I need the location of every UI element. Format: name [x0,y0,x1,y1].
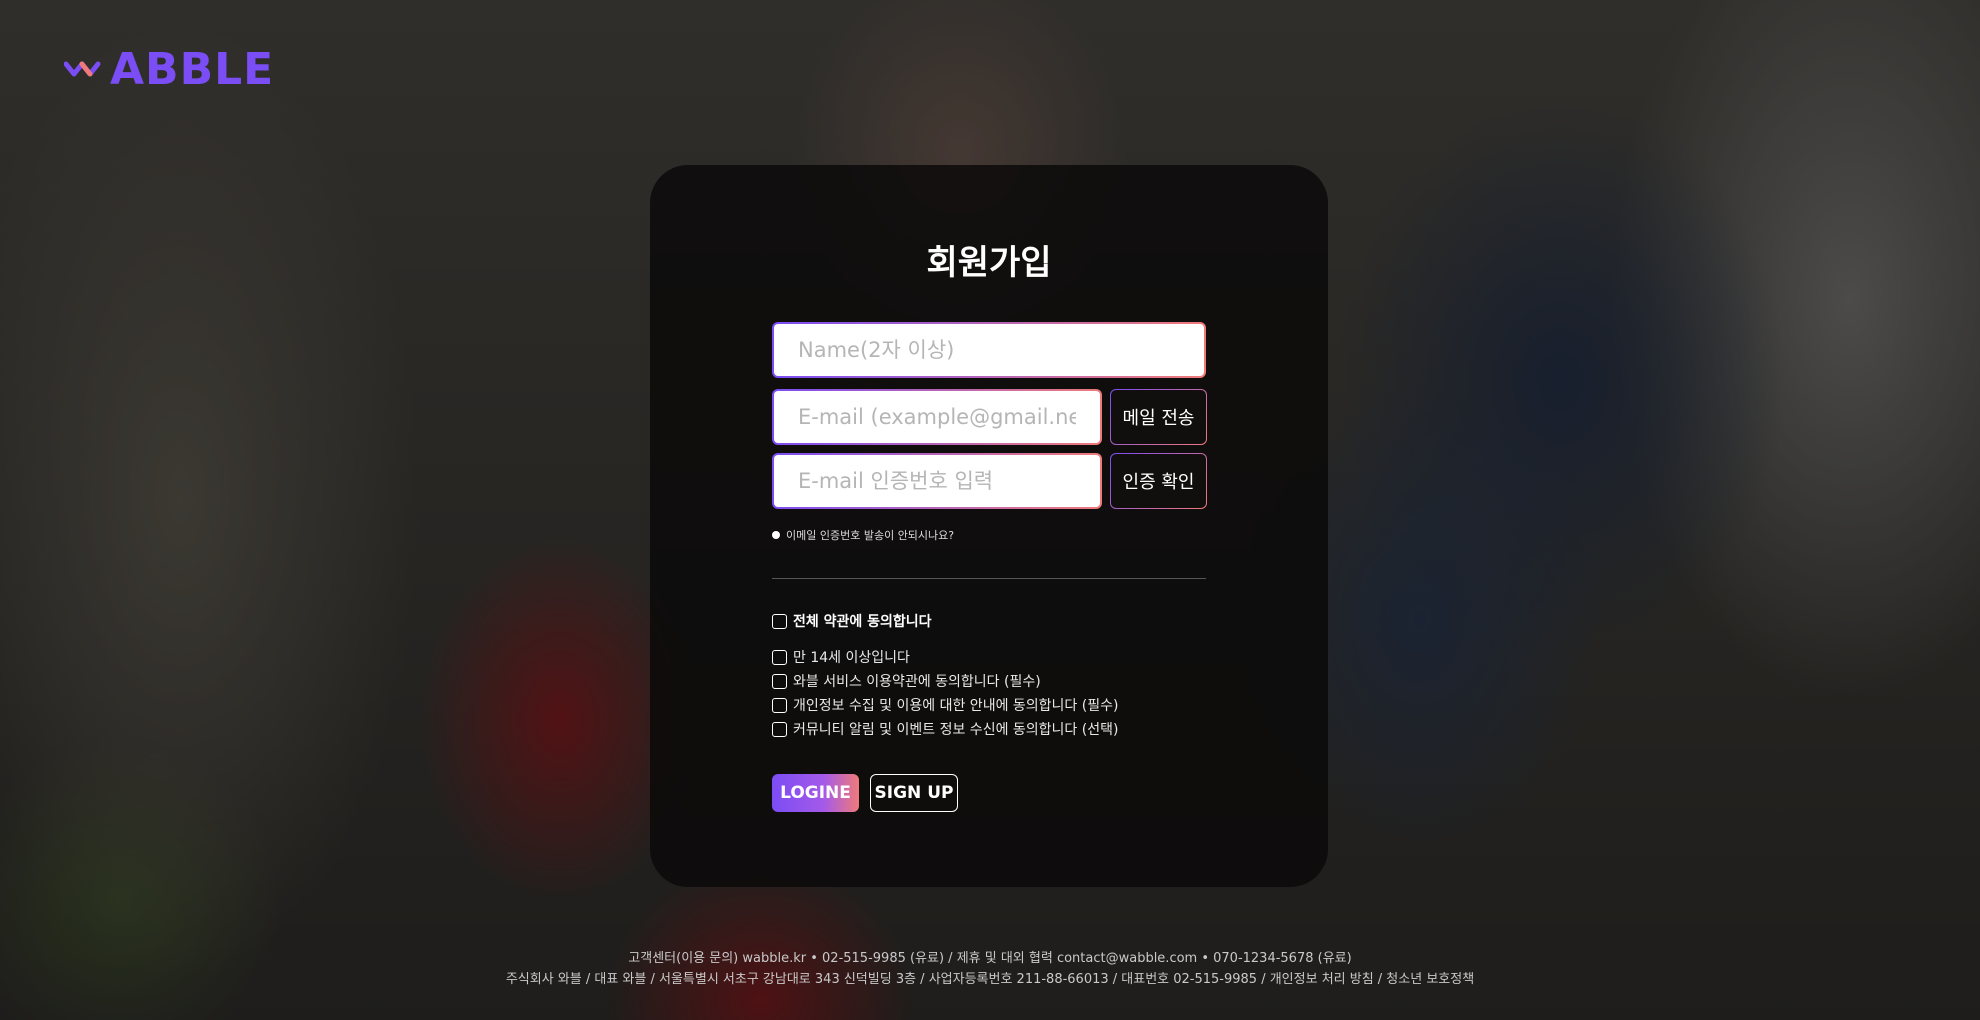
signup-button[interactable]: SIGN UP [870,774,958,812]
name-input[interactable] [774,324,1204,376]
terms-checkbox-age[interactable]: 만 14세 이상입니다 [772,647,910,667]
logo[interactable]: ABBLE [64,44,274,95]
checkbox-icon [772,721,787,737]
terms-label: 와블 서비스 이용약관에 동의합니다 (필수) [793,674,1041,690]
agree-all-checkbox[interactable]: 전체 약관에 동의합니다 [772,611,932,631]
name-field [772,322,1206,378]
terms-label: 만 14세 이상입니다 [793,650,910,666]
footer: 고객센터(이용 문의) wabble.kr • 02-515-9985 (유료)… [0,948,1980,990]
checkbox-icon [772,673,787,689]
wave-logo-icon [64,56,108,84]
email-help-text: 이메일 인증번호 발송이 안되시나요? [786,529,955,542]
checkbox-icon [772,697,787,713]
verification-code-field [772,453,1102,509]
terms-label: 개인정보 수집 및 이용에 대한 안내에 동의합니다 (필수) [793,698,1119,714]
terms-checkbox-privacy[interactable]: 개인정보 수집 및 이용에 대한 안내에 동의합니다 (필수) [772,695,1118,715]
email-field [772,389,1102,445]
login-button[interactable]: LOGINE [772,774,859,812]
agree-all-label: 전체 약관에 동의합니다 [793,614,932,630]
email-input[interactable] [774,391,1100,443]
email-help-link[interactable]: 이메일 인증번호 발송이 안되시나요? [772,527,954,543]
send-mail-button[interactable]: 메일 전송 [1110,389,1207,445]
verify-code-button[interactable]: 인증 확인 [1110,453,1207,509]
terms-label: 커뮤니티 알림 및 이벤트 정보 수신에 동의합니다 (선택) [793,722,1119,738]
checkbox-icon [772,613,787,629]
bullet-icon [772,531,780,539]
divider [772,578,1206,579]
footer-contact-line: 고객센터(이용 문의) wabble.kr • 02-515-9985 (유료)… [628,951,1352,966]
terms-checkbox-service[interactable]: 와블 서비스 이용약관에 동의합니다 (필수) [772,671,1041,691]
checkbox-icon [772,649,787,665]
logo-text: ABBLE [110,44,275,95]
page-title: 회원가입 [926,243,1052,283]
footer-company-line: 주식회사 와블 / 대표 와블 / 서울특별시 서초구 강남대로 343 신덕빌… [505,972,1475,987]
signup-card: 회원가입 메일 전송 인증 확인 이메일 인증번호 발송이 안되시나요? 전체 … [650,165,1328,887]
terms-checkbox-marketing[interactable]: 커뮤니티 알림 및 이벤트 정보 수신에 동의합니다 (선택) [772,719,1118,739]
verification-code-input[interactable] [774,455,1100,507]
